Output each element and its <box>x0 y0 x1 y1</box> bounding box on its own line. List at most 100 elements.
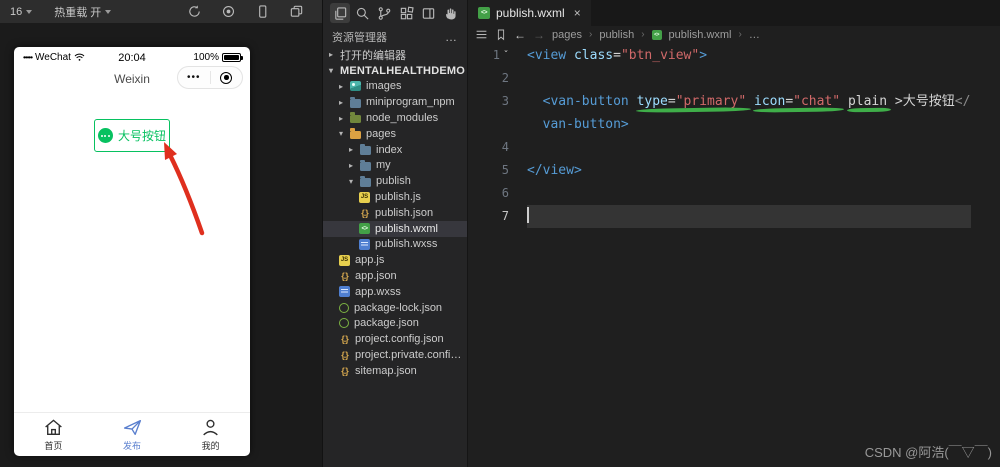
code-line-3-wrap: van-button> <box>468 113 1000 136</box>
breadcrumb-pages[interactable]: pages <box>552 29 582 41</box>
tree-item-app-js[interactable]: app.js <box>323 252 467 268</box>
line-number: 5 <box>501 163 509 177</box>
code-line-6: 6 <box>468 182 1000 205</box>
chevron-down-icon: ▾ <box>349 176 354 186</box>
tabbar-item-publish[interactable]: 发布 <box>93 413 172 456</box>
tree-item-package-lock-json[interactable]: package-lock.json <box>323 300 467 316</box>
files-icon[interactable] <box>330 3 350 23</box>
tree-item-label: node_modules <box>366 112 439 125</box>
explorer-header: 资源管理器 … <box>323 26 467 47</box>
tree-item-label: publish.json <box>375 206 434 219</box>
hot-reload-toggle[interactable]: 热重载 开 <box>54 4 112 20</box>
wxss-file-icon <box>339 286 350 298</box>
tree-item-label: publish.wxss <box>375 238 438 251</box>
explorer-panel: 资源管理器 … ▸ 打开的编辑器 ▾ MENTALHEALTHDEMO ▸ image… <box>322 0 468 467</box>
bookmark-icon[interactable] <box>495 28 507 41</box>
breadcrumb-file[interactable]: publish.wxml <box>669 29 732 41</box>
tabbar-item-home[interactable]: 首页 <box>14 413 93 456</box>
folder-blue-icon <box>360 175 371 187</box>
code-token: 大号按钮 <box>902 94 955 109</box>
close-capsule-button[interactable] <box>211 71 243 84</box>
simulator-toolbar: 16 热重载 开 <box>0 0 322 23</box>
van-button-primary[interactable]: 大号按钮 <box>94 119 170 152</box>
hot-reload-label: 热重载 开 <box>54 6 102 19</box>
open-editors-list-icon[interactable] <box>475 28 488 41</box>
chevron-right-icon: ▸ <box>339 97 344 107</box>
tree-item-publish-wxss[interactable]: publish.wxss <box>323 237 467 253</box>
tree-item-publish-json[interactable]: publish.json <box>323 205 467 221</box>
caret-down-icon <box>105 9 112 14</box>
code-line-2: 2 <box>468 67 1000 90</box>
tree-item-project-private-config[interactable]: project.private.config.js... <box>323 347 467 363</box>
fold-chevron-icon[interactable]: ˇ <box>503 44 509 67</box>
csdn-watermark: CSDN @阿浩(￣▽￣) <box>864 445 992 460</box>
line-number: 3 <box>501 94 509 108</box>
more-menu-button[interactable]: ••• <box>178 72 210 83</box>
code-token: van-button> <box>542 117 629 132</box>
code-area[interactable]: 1ˇ <view class="btn_view"> 2 3 <van-butt… <box>468 44 1000 228</box>
refresh-icon[interactable] <box>187 4 202 19</box>
chat-bubble-icon <box>97 128 113 143</box>
battery-percent: 100% <box>193 52 219 63</box>
tree-item-project-root[interactable]: ▾ MENTALHEALTHDEMO <box>323 63 467 79</box>
source-control-icon[interactable] <box>374 3 394 23</box>
tree-item-publish-wxml[interactable]: publish.wxml <box>323 220 467 237</box>
back-arrow-icon[interactable]: ← <box>514 28 526 42</box>
record-icon[interactable] <box>221 4 236 19</box>
tree-item-node-modules[interactable]: ▸ node_modules <box>323 110 467 126</box>
json-file-icon <box>339 334 350 345</box>
mini-program-tabbar: 首页 发布 我的 <box>14 412 250 456</box>
tree-item-label: app.json <box>355 270 397 283</box>
tree-item-project-config-json[interactable]: project.config.json <box>323 331 467 347</box>
explorer-title: 资源管理器 <box>332 31 387 44</box>
code-token: <van-button <box>542 94 629 109</box>
chevron-right-icon: ▸ <box>349 145 354 155</box>
code-token: <view <box>527 48 567 63</box>
tree-item-pages[interactable]: ▾ pages <box>323 126 467 142</box>
tree-item-open-editors[interactable]: ▸ 打开的编辑器 <box>323 47 467 63</box>
js-file-icon <box>339 254 350 266</box>
json-file-icon <box>339 271 350 282</box>
tree-item-images[interactable]: ▸ images <box>323 79 467 95</box>
code-line-3: 3 <van-button type="primary" icon="chat"… <box>468 90 1000 113</box>
breadcrumb-bar: ← → pages › publish › publish.wxml › … <box>468 26 1000 43</box>
npm-file-icon <box>339 318 349 329</box>
tree-item-package-json[interactable]: package.json <box>323 316 467 332</box>
tabbar-label: 首页 <box>44 440 63 451</box>
tab-publish-wxml[interactable]: publish.wxml × <box>468 0 591 26</box>
phone-icon[interactable] <box>255 4 270 19</box>
tree-item-publish[interactable]: ▾ publish <box>323 173 467 189</box>
wxss-file-icon <box>359 238 370 250</box>
hand-icon[interactable] <box>440 3 460 23</box>
tree-item-label: project.config.json <box>355 333 444 346</box>
tree-item-app-json[interactable]: app.json <box>323 268 467 284</box>
paper-plane-icon <box>123 419 141 435</box>
search-icon[interactable] <box>352 3 372 23</box>
tree-item-publish-js[interactable]: publish.js <box>323 189 467 205</box>
images-folder-icon <box>350 81 361 92</box>
device-selector[interactable]: 16 <box>10 6 33 18</box>
windows-icon[interactable] <box>289 4 304 19</box>
tree-item-miniprogram-npm[interactable]: ▸ miniprogram_npm <box>323 94 467 110</box>
json-file-icon <box>339 365 350 376</box>
tree-item-sitemap-json[interactable]: sitemap.json <box>323 363 467 379</box>
forward-arrow-icon[interactable]: → <box>533 28 545 42</box>
tree-item-my[interactable]: ▸ my <box>323 158 467 174</box>
breadcrumb-publish[interactable]: publish <box>599 29 634 41</box>
green-marker-underline: icon="chat" <box>754 94 841 109</box>
npm-file-icon <box>339 302 349 313</box>
editor-layout-icon[interactable] <box>418 3 438 23</box>
tabbar-item-mine[interactable]: 我的 <box>171 413 250 456</box>
close-icon[interactable]: × <box>574 6 581 20</box>
tree-item-app-wxss[interactable]: app.wxss <box>323 284 467 300</box>
more-actions-icon[interactable]: … <box>445 30 458 44</box>
tree-item-label: 打开的编辑器 <box>340 49 406 62</box>
phone-simulator: ••••• WeChat 20:04 100% Weixin ••• 大号按钮 <box>14 47 250 456</box>
mini-program-navbar: Weixin ••• <box>14 65 250 93</box>
breadcrumb-more[interactable]: … <box>749 29 760 41</box>
tree-item-index[interactable]: ▸ index <box>323 142 467 158</box>
chevron-down-icon: ▾ <box>339 129 344 139</box>
extensions-icon[interactable] <box>396 3 416 23</box>
code-token: </view> <box>527 163 582 178</box>
clock: 20:04 <box>118 51 146 64</box>
